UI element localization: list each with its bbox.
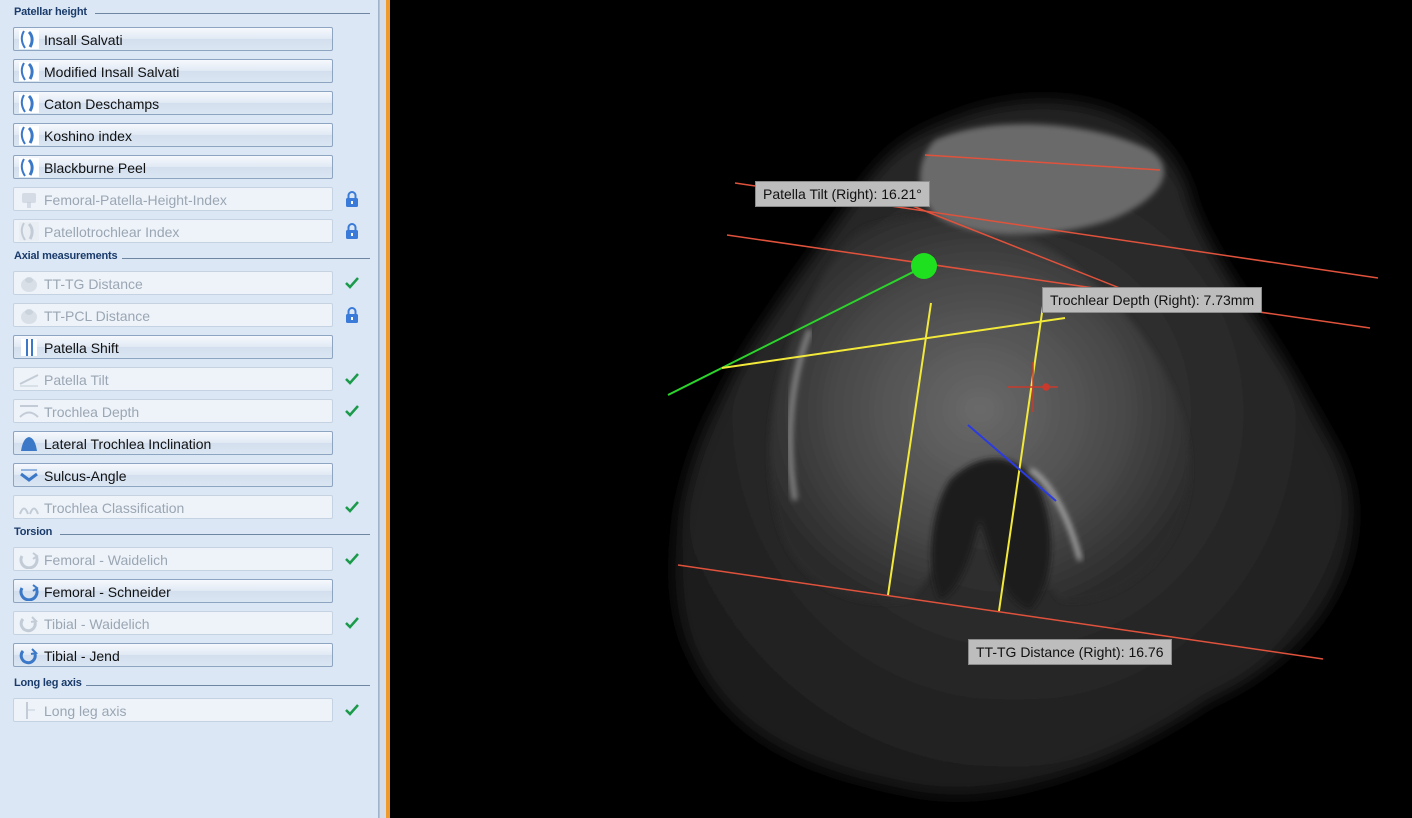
trochlea-inclination-icon [19, 434, 39, 453]
lateral-trochlea-inclination-button[interactable]: Lateral Trochlea Inclination [13, 431, 333, 455]
checkmark-icon [343, 498, 361, 516]
patella-shift-button[interactable]: Patella Shift [13, 335, 333, 359]
tt-pcl-distance-button[interactable]: TT-PCL Distance [13, 303, 333, 327]
tt-tg-distance-button[interactable]: TT-TG Distance [13, 271, 333, 295]
tibial-waidelich-button[interactable]: Tibial - Waidelich [13, 611, 333, 635]
femoral-patella-height-index-button[interactable]: Femoral-Patella-Height-Index [13, 187, 333, 211]
checkmark-icon [343, 701, 361, 719]
lock-icon[interactable] [343, 190, 361, 208]
femoral-torsion-icon [19, 582, 39, 602]
sulcus-angle-button[interactable]: Sulcus-Angle [13, 463, 333, 487]
button-label: Femoral - Schneider [44, 584, 171, 600]
trochlea-depth-button[interactable]: Trochlea Depth [13, 399, 333, 423]
patella-height-icon [19, 62, 39, 81]
patellotrochlear-index-button[interactable]: Patellotrochlear Index [13, 219, 333, 243]
button-label: Caton Deschamps [44, 96, 160, 112]
button-label: Tibial - Jend [44, 648, 120, 664]
patella-height-icon [19, 158, 39, 177]
section-axial-measurements: Axial measurements [14, 250, 118, 262]
button-label: Koshino index [44, 128, 132, 144]
long-leg-axis-button[interactable]: Long leg axis [13, 698, 333, 722]
knee-axial-icon [19, 274, 39, 293]
trochlear-depth-label[interactable]: Trochlear Depth (Right): 7.73mm [1042, 287, 1263, 313]
modified-insall-salvati-button[interactable]: Modified Insall Salvati [13, 59, 333, 83]
button-label: Femoral-Patella-Height-Index [44, 192, 227, 208]
trochlea-classification-button[interactable]: Trochlea Classification [13, 495, 333, 519]
sulcus-angle-icon [19, 466, 39, 485]
panel-splitter[interactable] [379, 0, 386, 818]
button-label: Insall Salvati [44, 32, 123, 48]
checkmark-icon [343, 550, 361, 568]
koshino-index-button[interactable]: Koshino index [13, 123, 333, 147]
section-patellar-height: Patellar height [14, 6, 87, 18]
button-label: Long leg axis [44, 703, 127, 719]
checkmark-icon [343, 370, 361, 388]
femur-icon [19, 190, 39, 209]
button-label: Patella Tilt [44, 372, 109, 388]
patella-shift-icon [19, 338, 39, 357]
tibial-jend-button[interactable]: Tibial - Jend [13, 643, 333, 667]
insall-salvati-button[interactable]: Insall Salvati [13, 27, 333, 51]
lock-icon[interactable] [343, 306, 361, 324]
section-divider [95, 13, 370, 14]
button-label: Modified Insall Salvati [44, 64, 180, 80]
trochlea-depth-icon [19, 402, 39, 421]
checkmark-icon [343, 614, 361, 632]
button-label: TT-TG Distance [44, 276, 143, 292]
measurement-sidebar: Patellar height Axial measurements Torsi… [0, 0, 379, 818]
tt-tg-distance-label[interactable]: TT-TG Distance (Right): 16.76 [968, 639, 1172, 665]
tibial-torsion-icon [19, 614, 39, 633]
button-label: Femoral - Waidelich [44, 552, 168, 568]
blackburne-peel-button[interactable]: Blackburne Peel [13, 155, 333, 179]
image-viewer[interactable]: Patella Tilt (Right): 16.21° Trochlear D… [390, 0, 1412, 818]
section-divider [122, 258, 370, 259]
button-label: Blackburne Peel [44, 160, 146, 176]
section-torsion: Torsion [14, 526, 53, 538]
trochlea-classification-icon [19, 498, 39, 517]
knee-axial-icon [19, 306, 39, 325]
femoral-schneider-button[interactable]: Femoral - Schneider [13, 579, 333, 603]
ct-image-canvas [667, 100, 1379, 795]
lock-icon[interactable] [343, 222, 361, 240]
section-divider [86, 685, 370, 686]
button-label: Sulcus-Angle [44, 468, 127, 484]
button-label: Trochlea Classification [44, 500, 185, 516]
tibial-torsion-icon [19, 646, 39, 665]
button-label: TT-PCL Distance [44, 308, 151, 324]
patella-tilt-icon [19, 370, 39, 389]
patella-height-icon [19, 94, 39, 113]
button-label: Tibial - Waidelich [44, 616, 150, 632]
patella-height-icon [19, 30, 39, 49]
section-long-leg-axis: Long leg axis [14, 677, 82, 689]
checkmark-icon [343, 274, 361, 292]
patella-height-icon [19, 126, 39, 145]
long-leg-axis-icon [19, 701, 39, 720]
button-label: Lateral Trochlea Inclination [44, 436, 212, 452]
button-label: Patellotrochlear Index [44, 224, 180, 240]
patella-height-icon [19, 222, 39, 241]
green-handle-point[interactable] [911, 253, 937, 279]
femoral-waidelich-button[interactable]: Femoral - Waidelich [13, 547, 333, 571]
button-label: Patella Shift [44, 340, 119, 356]
caton-deschamps-button[interactable]: Caton Deschamps [13, 91, 333, 115]
femoral-torsion-icon [19, 550, 39, 570]
patella-tilt-button[interactable]: Patella Tilt [13, 367, 333, 391]
section-divider [60, 534, 370, 535]
checkmark-icon [343, 402, 361, 420]
patella-tilt-label[interactable]: Patella Tilt (Right): 16.21° [755, 181, 930, 207]
button-label: Trochlea Depth [44, 404, 140, 420]
